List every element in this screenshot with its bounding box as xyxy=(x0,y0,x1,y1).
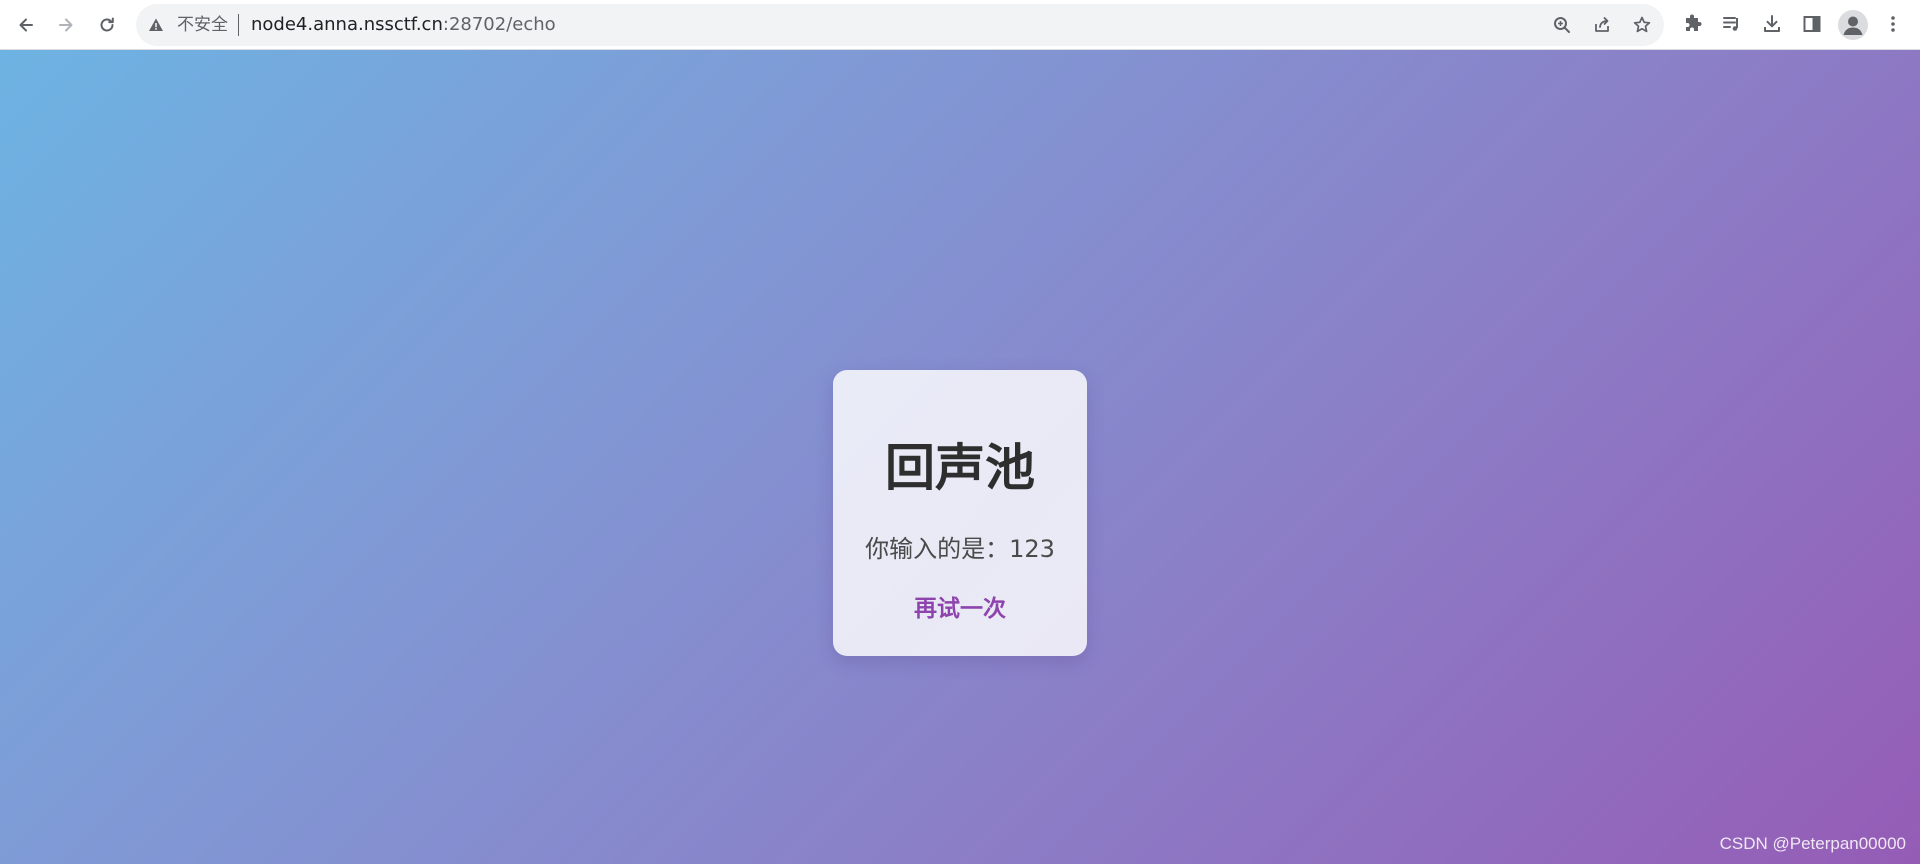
retry-link[interactable]: 再试一次 xyxy=(833,594,1087,624)
media-playlist-icon[interactable] xyxy=(1721,13,1743,35)
back-button[interactable] xyxy=(10,9,42,41)
profile-silhouette-icon xyxy=(1843,16,1863,35)
security-status[interactable]: 不安全 xyxy=(177,15,228,35)
browser-toolbar: 不安全 node4.anna.nssctf.cn:28702/echo xyxy=(0,0,1920,50)
address-bar[interactable]: 不安全 node4.anna.nssctf.cn:28702/echo xyxy=(136,4,1664,46)
page-title: 回声池 xyxy=(885,439,1035,497)
puzzle-icon[interactable] xyxy=(1682,13,1704,35)
star-icon[interactable] xyxy=(1632,15,1652,35)
side-panel-icon[interactable] xyxy=(1801,13,1823,35)
watermark: CSDN @Peterpan00000 xyxy=(1719,834,1906,853)
url-text[interactable]: node4.anna.nssctf.cn:28702/echo xyxy=(251,15,556,35)
reload-icon xyxy=(100,17,114,32)
kebab-menu-icon[interactable] xyxy=(1882,13,1904,35)
reload-button[interactable] xyxy=(91,9,123,41)
echo-message: 你输入的是：123 xyxy=(865,535,1055,563)
echo-card: 回声池 你输入的是：123 再试一次 xyxy=(833,370,1087,656)
warning-icon[interactable] xyxy=(148,17,164,33)
url-path: :28702/echo xyxy=(442,14,556,35)
zoom-icon[interactable] xyxy=(1552,15,1572,35)
url-host: node4.anna.nssctf.cn xyxy=(251,14,443,35)
download-icon[interactable] xyxy=(1761,13,1783,35)
back-arrow-icon xyxy=(19,18,33,32)
share-icon[interactable] xyxy=(1592,15,1612,35)
omnibox-divider xyxy=(238,14,239,36)
forward-button[interactable] xyxy=(50,9,82,41)
avatar-icon[interactable] xyxy=(1838,10,1868,40)
page-viewport: 回声池 你输入的是：123 再试一次 CSDN @Peterpan00000 xyxy=(0,50,1920,864)
forward-arrow-icon xyxy=(59,18,73,32)
